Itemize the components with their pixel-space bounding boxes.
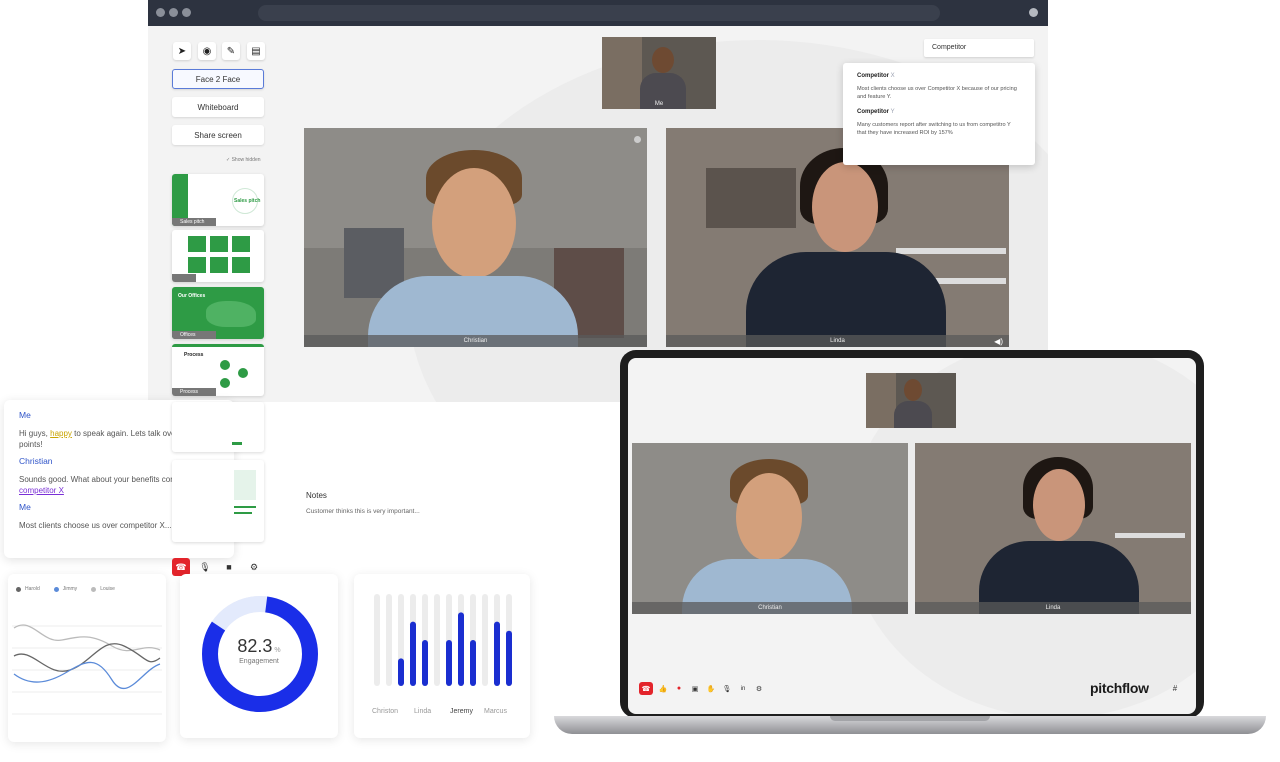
laptop-video-tile-christian: Christian [632, 443, 908, 614]
bar [446, 640, 452, 686]
bar-category-label: Christon [372, 708, 399, 715]
show-hidden-label: Show hidden [231, 157, 261, 163]
address-bar[interactable] [258, 5, 940, 21]
bar [506, 630, 512, 686]
legend-item: Louise [91, 586, 115, 592]
video-name-label: Linda [666, 335, 1009, 347]
settings-icon[interactable]: ⚙ [752, 682, 766, 695]
competitor-item-title: Competitor Y [857, 109, 895, 115]
bar [410, 621, 416, 686]
laptop-notch [830, 716, 990, 721]
bar-track [386, 594, 392, 686]
broadcast-icon[interactable]: ◉ [198, 42, 216, 60]
legend-item: Jimmy [53, 586, 77, 592]
show-hidden-toggle[interactable]: ✓ Show hidden [226, 157, 261, 163]
linkedin-icon[interactable]: in [736, 682, 750, 695]
bar-track [434, 594, 440, 686]
slide-thumbnail[interactable]: Our Offices Offices [172, 287, 264, 339]
bar [422, 640, 428, 686]
bar-category-label: Linda [414, 708, 432, 715]
slide-label [172, 274, 196, 282]
competitor-item-title: Competitor X [857, 73, 895, 79]
self-video: Me [602, 37, 716, 109]
self-video-label: Me [654, 101, 664, 107]
slide-title: Process [184, 352, 204, 358]
chat-icon[interactable]: ▣ [688, 682, 702, 695]
slide-label: Offices [172, 331, 216, 339]
laptop-video-tile-linda: Linda [915, 443, 1191, 614]
browser-titlebar [148, 0, 1048, 26]
bar-category-label: Jeremy [450, 708, 473, 715]
speaker-bar-chart [374, 594, 512, 686]
pen-icon[interactable]: ✎ [222, 42, 240, 60]
slide-label: Sales pitch [172, 218, 216, 226]
legend-item: Harold [16, 586, 40, 592]
slide-title: Sales pitch [234, 198, 261, 204]
bar-track [482, 594, 488, 686]
engagement-label: Engagement [239, 658, 279, 665]
competitor-search-input[interactable]: Competitor [924, 39, 1034, 57]
bar [398, 658, 404, 686]
notes-title: Notes [306, 491, 327, 500]
competitor-popover: Competitor X Most clients choose us over… [843, 63, 1035, 165]
engagement-value: 82.3 % [237, 636, 281, 656]
grid-icon[interactable]: # [1168, 682, 1182, 695]
slide-thumbnail[interactable] [172, 402, 264, 452]
thumbs-up-icon[interactable]: 👍 [656, 682, 670, 695]
talk-time-chart-card: Harold Jimmy Louise [8, 574, 166, 742]
file-icon[interactable]: ▤ [247, 42, 265, 60]
window-close-dot[interactable] [156, 8, 165, 17]
slide-title: Our Offices [178, 293, 206, 299]
series-line-jimmy [13, 661, 161, 689]
slide-label: Process [172, 388, 216, 396]
slide-thumbnail[interactable] [172, 230, 264, 282]
notes-panel[interactable]: Notes Customer thinks this is very impor… [288, 483, 620, 587]
window-maximize-dot[interactable] [182, 8, 191, 17]
hand-icon[interactable]: ✋ [704, 682, 718, 695]
speaker-bars-card: Christon Linda Jeremy Marcus [354, 574, 530, 738]
browser-menu-icon[interactable] [1029, 8, 1038, 17]
line-chart [12, 624, 162, 715]
competitor-link[interactable]: competitor X [19, 486, 64, 495]
face-2-face-button[interactable]: Face 2 Face [172, 69, 264, 89]
bar [494, 621, 500, 686]
record-icon[interactable]: ● [672, 682, 686, 695]
laptop-screen: Christian Linda ☎ 👍 ● ▣ ✋ 🎙 in ⚙ pitchfl… [628, 358, 1196, 714]
pointer-icon[interactable]: ➤ [173, 42, 191, 60]
slide-thumbnail[interactable]: Process Process [172, 344, 264, 396]
video-name-label: Christian [304, 335, 647, 347]
notes-text[interactable]: Customer thinks this is very important..… [306, 508, 602, 515]
window-minimize-dot[interactable] [169, 8, 178, 17]
hang-up-icon[interactable]: ☎ [639, 682, 653, 695]
pitchflow-logo: pitchflow [1090, 680, 1149, 696]
video-name-label: Linda [915, 602, 1191, 614]
share-screen-button[interactable]: Share screen [172, 125, 264, 145]
bar-category-label: Marcus [484, 708, 507, 715]
laptop-self-video [866, 373, 956, 428]
competitor-item-text: Many customers report after switching to… [857, 122, 1011, 136]
engagement-card: 82.3 % Engagement [180, 574, 338, 738]
slide-thumbnail[interactable] [172, 460, 264, 542]
whiteboard-button[interactable]: Whiteboard [172, 97, 264, 117]
chart-legend: Harold Jimmy Louise [16, 586, 115, 592]
mic-off-icon[interactable]: 🎙 [720, 682, 734, 695]
bar [458, 612, 464, 686]
bar [470, 640, 476, 686]
browser-window: ➤ ◉ ✎ ▤ Face 2 Face Whiteboard Share scr… [148, 0, 1048, 402]
series-line-louise [13, 624, 161, 652]
slide-thumbnail[interactable]: Sales pitch Sales pitch [172, 174, 264, 226]
speaker-icon[interactable]: ◀) [994, 337, 1003, 346]
competitor-item-text: Most clients choose us over Competitor X… [857, 86, 1017, 100]
bar-track [374, 594, 380, 686]
video-tile-christian: Christian [304, 128, 647, 347]
video-name-label: Christian [632, 602, 908, 614]
